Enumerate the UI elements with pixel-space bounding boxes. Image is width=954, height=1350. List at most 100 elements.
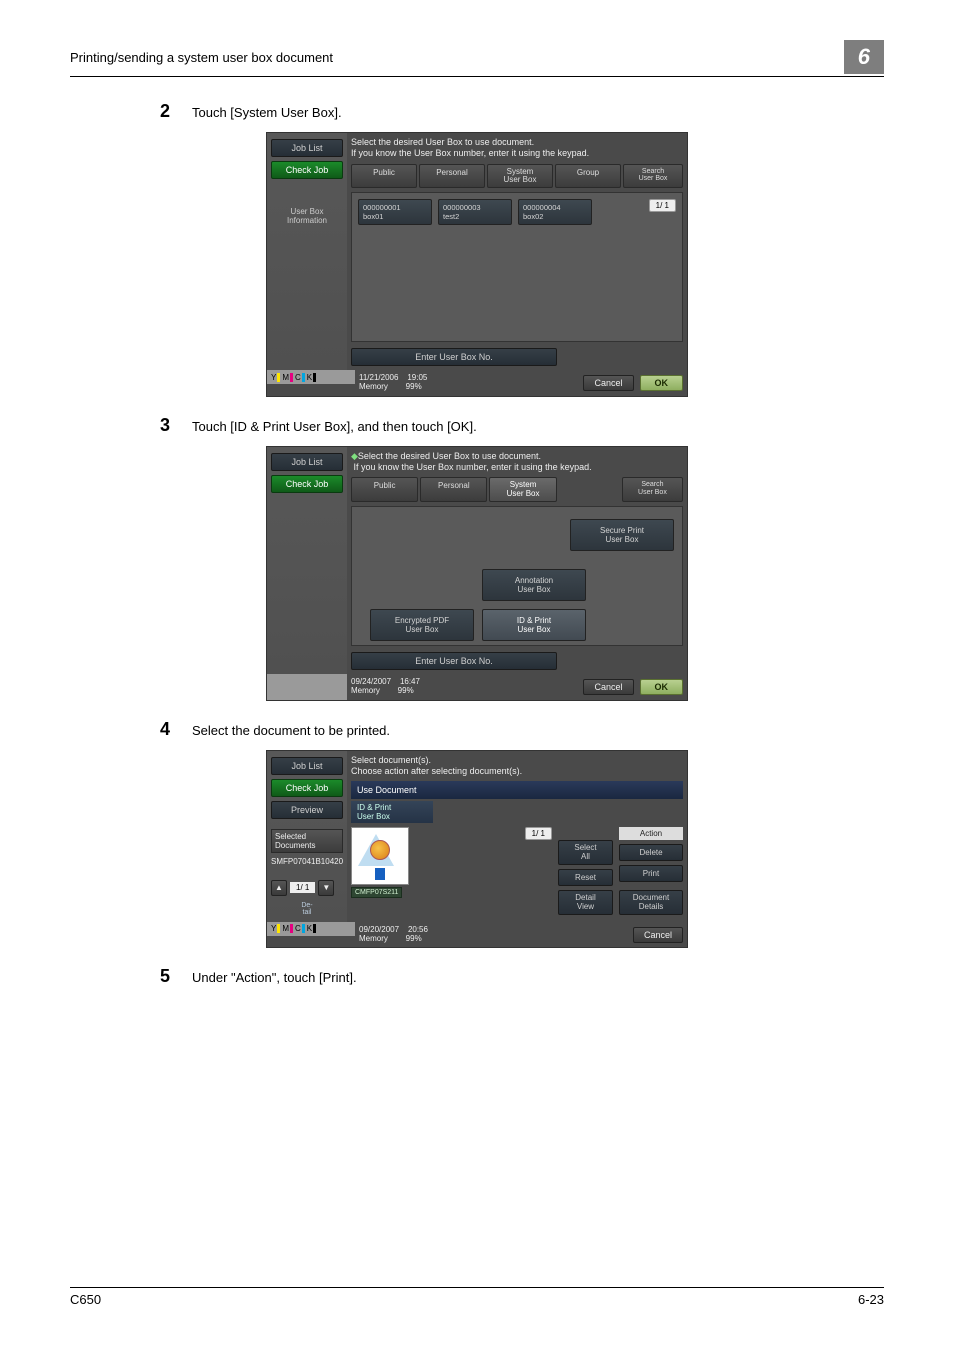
cancel-button[interactable]: Cancel xyxy=(583,679,633,695)
preview-button[interactable]: Preview xyxy=(271,801,343,819)
ink-c-icon xyxy=(302,924,305,933)
step-number: 5 xyxy=(160,966,192,987)
step-number: 2 xyxy=(160,101,192,122)
encrypted-pdf-userbox[interactable]: Encrypted PDF User Box xyxy=(370,609,474,641)
userbox-name: box02 xyxy=(523,212,587,221)
step-4: 4 Select the document to be printed. xyxy=(160,719,884,740)
detail-label[interactable]: De- tail xyxy=(271,902,343,916)
userbox-id: 000000003 xyxy=(443,203,507,212)
ink-y-label: Y xyxy=(271,373,276,382)
userbox-name: test2 xyxy=(443,212,507,221)
step-3: 3 Touch [ID & Print User Box], and then … xyxy=(160,415,884,436)
document-thumbnail[interactable] xyxy=(351,827,409,885)
print-button[interactable]: Print xyxy=(619,865,683,882)
userbox-item[interactable]: 000000001 box01 xyxy=(358,199,432,225)
memory-value: 99% xyxy=(406,934,422,943)
header-title: Printing/sending a system user box docum… xyxy=(70,50,333,65)
selected-doc-id: SMFP07041B10420 xyxy=(271,857,343,866)
userbox-item[interactable]: 000000004 box02 xyxy=(518,199,592,225)
check-job-button[interactable]: Check Job xyxy=(271,161,343,179)
check-job-button[interactable]: Check Job xyxy=(271,779,343,797)
job-list-button[interactable]: Job List xyxy=(271,757,343,775)
page-up-button[interactable]: ▲ xyxy=(271,880,287,896)
job-list-button[interactable]: Job List xyxy=(271,453,343,471)
time: 16:47 xyxy=(400,677,420,686)
memory-value: 99% xyxy=(406,382,422,391)
select-all-button[interactable]: Select All xyxy=(558,840,613,865)
id-print-userbox[interactable]: ID & Print User Box xyxy=(482,609,586,641)
sub-tab-id-print: ID & Print User Box xyxy=(351,801,433,823)
date: 09/24/2007 xyxy=(351,677,391,686)
detail-view-button[interactable]: Detail View xyxy=(558,890,613,915)
ink-levels: Y M C K xyxy=(267,370,355,384)
secure-print-userbox[interactable]: Secure Print User Box xyxy=(570,519,674,551)
pager: 1/ 1 xyxy=(649,199,676,212)
annotation-userbox[interactable]: Annotation User Box xyxy=(482,569,586,601)
memory-value: 99% xyxy=(398,686,414,695)
action-label: Action xyxy=(619,827,683,840)
tab-search-userbox[interactable]: Search User Box xyxy=(622,477,683,502)
ink-k-label: K xyxy=(307,373,312,382)
userbox-name: box01 xyxy=(363,212,427,221)
ink-y-label: Y xyxy=(271,924,276,933)
delete-button[interactable]: Delete xyxy=(619,844,683,861)
chapter-number: 6 xyxy=(844,40,884,74)
page-down-button[interactable]: ▼ xyxy=(318,880,334,896)
ink-k-icon xyxy=(313,924,316,933)
tab-personal[interactable]: Personal xyxy=(419,164,485,189)
step-text: Touch [System User Box]. xyxy=(192,101,342,120)
document-name: CMFP07S211 xyxy=(351,887,402,898)
userbox-id: 000000001 xyxy=(363,203,427,212)
memory-label: Memory xyxy=(351,686,380,695)
ink-levels: Y M C K xyxy=(267,922,355,936)
ink-c-label: C xyxy=(295,373,301,382)
ink-c-label: C xyxy=(295,924,301,933)
ok-button[interactable]: OK xyxy=(640,375,684,391)
tab-public[interactable]: Public xyxy=(351,477,418,502)
enter-userbox-no[interactable]: Enter User Box No. xyxy=(351,348,557,366)
selected-documents-label: Selected Documents xyxy=(271,829,343,853)
tab-group[interactable]: Group xyxy=(555,164,621,189)
page-footer: C650 6-23 xyxy=(70,1287,884,1307)
hint-line1: Select the desired User Box to use docum… xyxy=(358,451,541,461)
document-details-button[interactable]: Document Details xyxy=(619,890,683,915)
mark-icon xyxy=(375,868,385,880)
ink-m-label: M xyxy=(282,924,289,933)
userbox-id: 000000004 xyxy=(523,203,587,212)
time: 19:05 xyxy=(407,373,427,382)
memory-label: Memory xyxy=(359,382,388,391)
tab-search-userbox[interactable]: Search User Box xyxy=(623,164,683,189)
tab-personal[interactable]: Personal xyxy=(420,477,487,502)
ink-y-icon xyxy=(277,924,280,933)
step-text: Select the document to be printed. xyxy=(192,719,390,738)
step-text: Under "Action", touch [Print]. xyxy=(192,966,357,985)
ink-c-icon xyxy=(302,373,305,382)
tab-system-userbox[interactable]: System User Box xyxy=(489,477,556,502)
hint-line1: Select the desired User Box to use docum… xyxy=(351,137,534,147)
hint-line2: Choose action after selecting document(s… xyxy=(351,766,522,776)
cancel-button[interactable]: Cancel xyxy=(583,375,633,391)
date: 11/21/2006 xyxy=(359,373,398,382)
memory-label: Memory xyxy=(359,934,388,943)
tab-public[interactable]: Public xyxy=(351,164,417,189)
check-job-button[interactable]: Check Job xyxy=(271,475,343,493)
left-pager: 1/ 1 xyxy=(290,882,315,893)
enter-userbox-no[interactable]: Enter User Box No. xyxy=(351,652,557,670)
ok-button[interactable]: OK xyxy=(640,679,684,695)
footer-model: C650 xyxy=(70,1292,101,1307)
reset-button[interactable]: Reset xyxy=(558,869,613,886)
ink-m-icon xyxy=(290,373,293,382)
userbox-info-label: User Box Information xyxy=(271,207,343,225)
use-document-bar: Use Document xyxy=(351,781,683,799)
ink-m-icon xyxy=(290,924,293,933)
cancel-button[interactable]: Cancel xyxy=(633,927,683,943)
date: 09/20/2007 xyxy=(359,925,399,934)
step-number: 3 xyxy=(160,415,192,436)
hint-line2: If you know the User Box number, enter i… xyxy=(351,148,589,158)
userbox-item[interactable]: 000000003 test2 xyxy=(438,199,512,225)
ink-m-label: M xyxy=(282,373,289,382)
tab-system-userbox[interactable]: System User Box xyxy=(487,164,553,189)
job-list-button[interactable]: Job List xyxy=(271,139,343,157)
pager: 1/ 1 xyxy=(525,827,552,840)
ink-y-icon xyxy=(277,373,280,382)
